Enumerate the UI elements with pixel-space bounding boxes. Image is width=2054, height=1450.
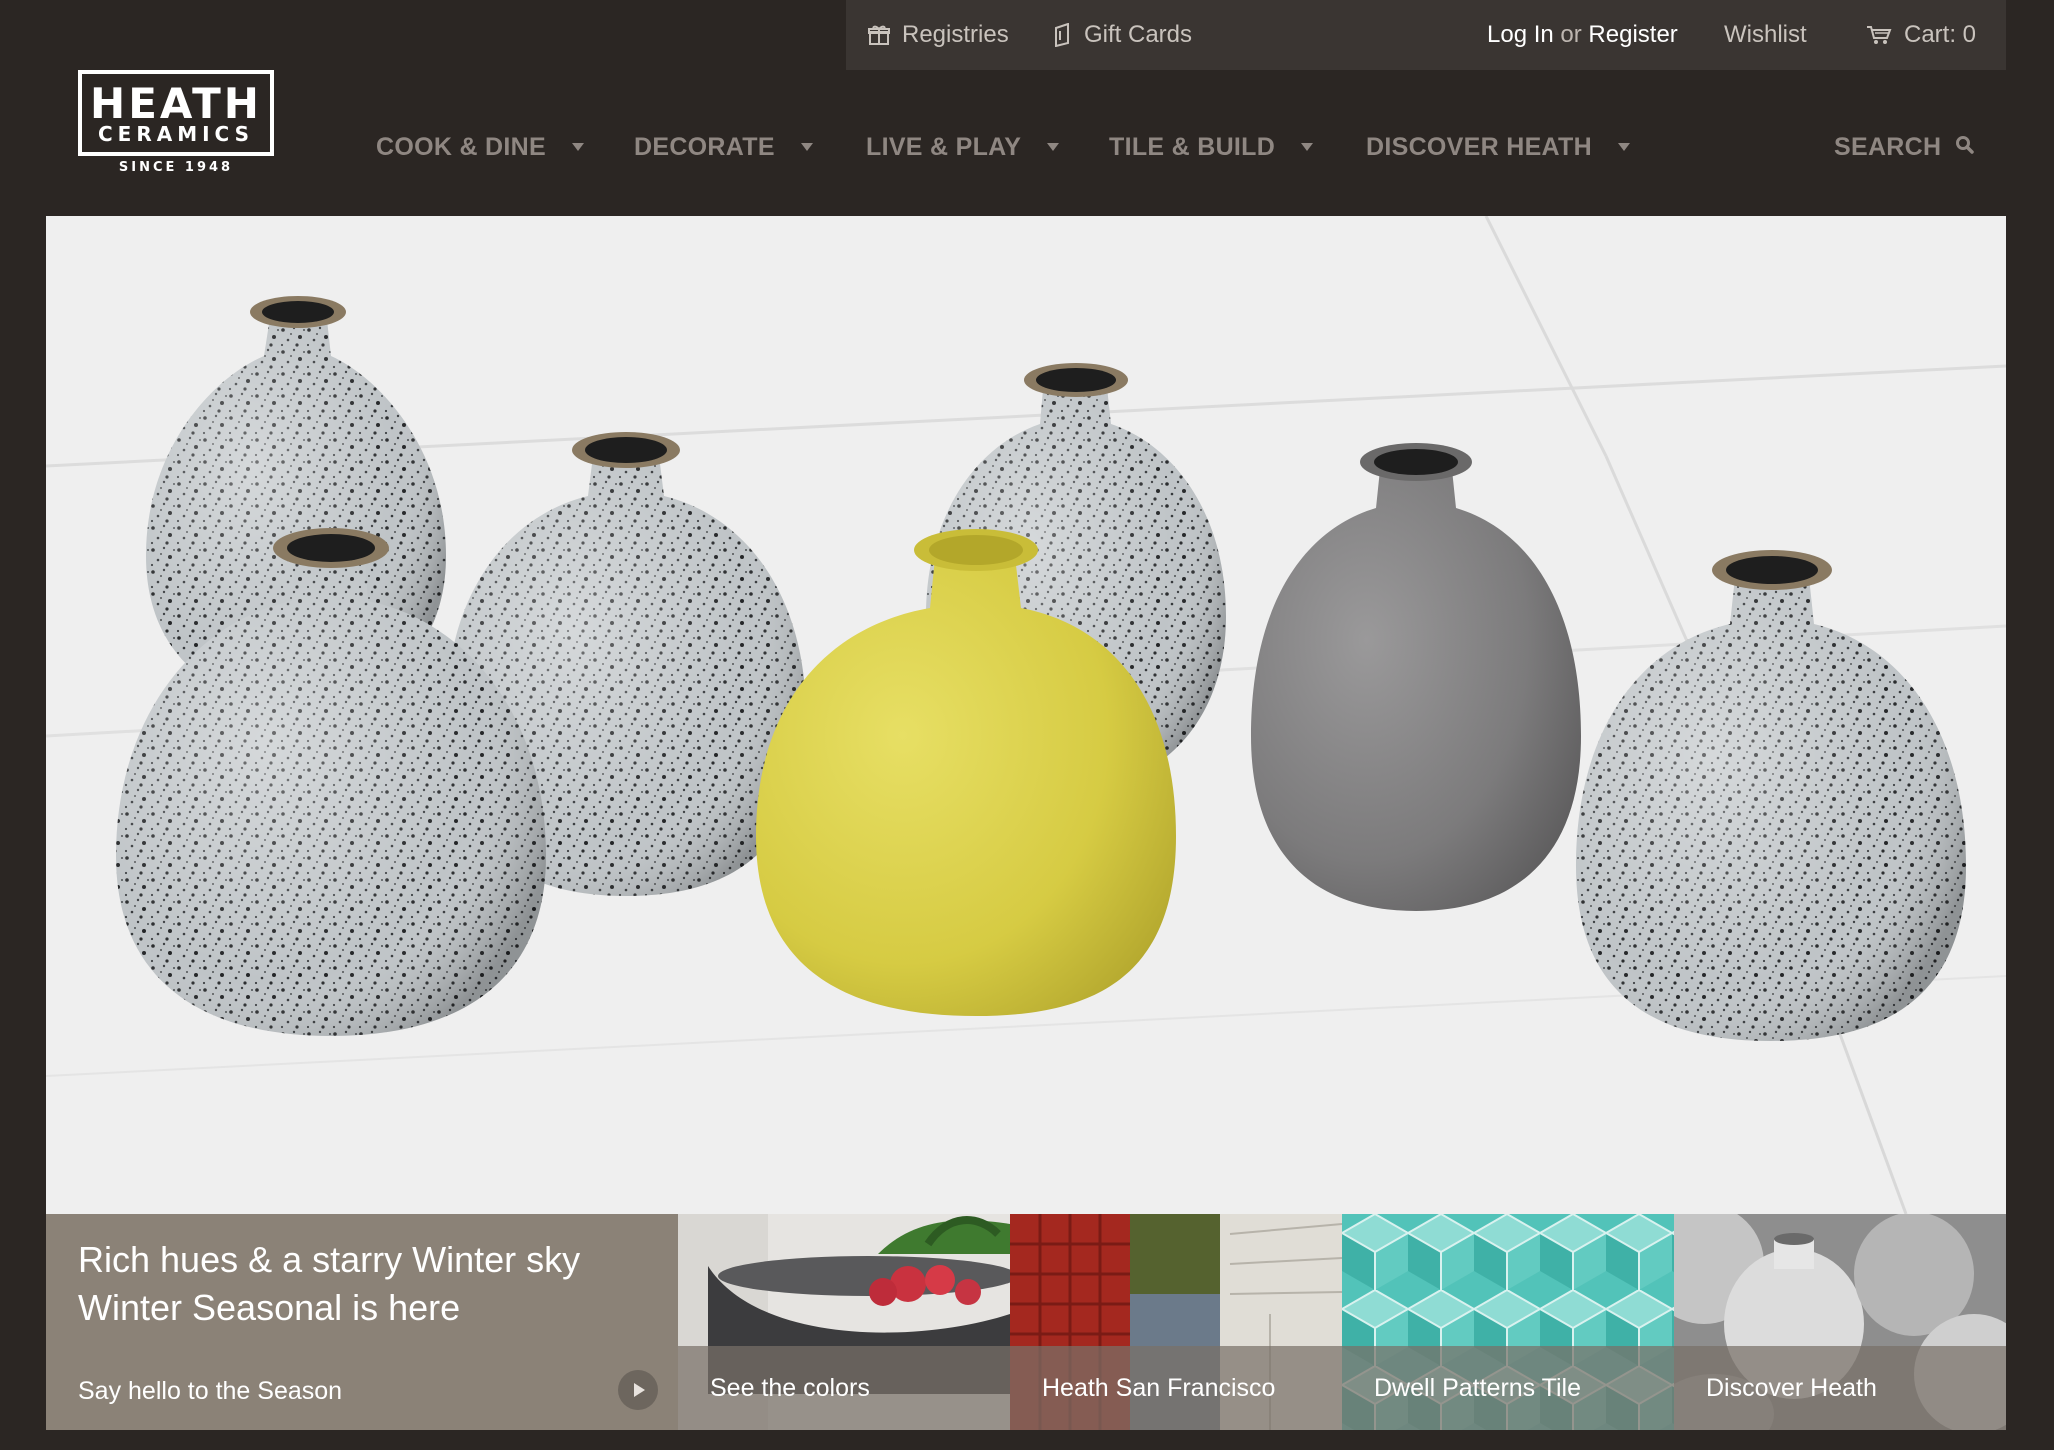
logo-heath: HEATH xyxy=(90,79,262,128)
caret-down-icon xyxy=(800,143,813,151)
nav-label: LIVE & PLAY xyxy=(866,132,1022,161)
search-icon xyxy=(1955,133,1975,162)
gift-cards-label: Gift Cards xyxy=(1084,21,1193,48)
nav-label: COOK & DINE xyxy=(376,132,546,161)
tile-caption: See the colors xyxy=(678,1346,1010,1430)
gift-card-icon xyxy=(1054,23,1072,47)
search-label: SEARCH xyxy=(1834,132,1942,161)
account-links: Log In or Register xyxy=(1487,0,1678,70)
nav-tile-and-build[interactable]: TILE & BUILD xyxy=(1109,124,1314,170)
register-link[interactable]: Register xyxy=(1588,21,1677,48)
promo-link[interactable]: Say hello to the Season xyxy=(78,1377,342,1406)
wishlist-label: Wishlist xyxy=(1724,21,1807,48)
tile-see-the-colors[interactable]: See the colors xyxy=(678,1214,1010,1430)
caret-down-icon xyxy=(1617,143,1630,151)
gift-icon xyxy=(868,25,890,45)
page: Registries Gift Cards Log In or Register… xyxy=(0,0,2054,1450)
nav-label: DISCOVER HEATH xyxy=(1366,132,1592,161)
tile-discover-heath[interactable]: Discover Heath xyxy=(1674,1214,2006,1430)
registries-label: Registries xyxy=(902,21,1009,48)
nav-label: TILE & BUILD xyxy=(1109,132,1276,161)
promo-headline-line-2: Winter Seasonal is here xyxy=(78,1287,461,1328)
registries-link[interactable]: Registries xyxy=(868,0,1009,70)
caret-down-icon xyxy=(1047,143,1060,151)
promo-headline: Rich hues & a starry Winter sky Winter S… xyxy=(78,1236,580,1332)
main-nav: COOK & DINE DECORATE LIVE & PLAY TILE & … xyxy=(0,124,2054,170)
log-in-link[interactable]: Log In xyxy=(1487,21,1554,48)
nav-discover-heath[interactable]: DISCOVER HEATH xyxy=(1366,124,1630,170)
play-icon[interactable] xyxy=(618,1370,658,1410)
wishlist-link[interactable]: Wishlist xyxy=(1724,0,1807,70)
cart-label: Cart: 0 xyxy=(1904,21,1977,48)
hero-image[interactable] xyxy=(46,216,2006,1214)
tile-dwell-patterns-tile[interactable]: Dwell Patterns Tile xyxy=(1342,1214,1674,1430)
tile-caption: Discover Heath xyxy=(1674,1346,2006,1430)
caret-down-icon xyxy=(571,143,584,151)
tile-caption: Dwell Patterns Tile xyxy=(1342,1346,1674,1430)
tile-heath-san-francisco[interactable]: Heath San Francisco xyxy=(1010,1214,1342,1430)
tile-caption: Heath San Francisco xyxy=(1010,1346,1342,1430)
nav-label: DECORATE xyxy=(634,132,775,161)
nav-decorate[interactable]: DECORATE xyxy=(634,124,813,170)
nav-cook-and-dine[interactable]: COOK & DINE xyxy=(376,124,584,170)
caret-down-icon xyxy=(1301,143,1314,151)
or-text: or xyxy=(1560,21,1582,48)
cart-icon xyxy=(1866,25,1892,45)
nav-live-and-play[interactable]: LIVE & PLAY xyxy=(866,124,1060,170)
promo-panel[interactable]: Rich hues & a starry Winter sky Winter S… xyxy=(46,1214,678,1430)
cart-link[interactable]: Cart: 0 xyxy=(1866,0,1976,70)
utility-bar: Registries Gift Cards Log In or Register… xyxy=(846,0,2006,70)
search-button[interactable]: SEARCH xyxy=(1834,124,1975,170)
promo-headline-line-1: Rich hues & a starry Winter sky xyxy=(78,1239,581,1280)
gift-cards-link[interactable]: Gift Cards xyxy=(1054,0,1192,70)
